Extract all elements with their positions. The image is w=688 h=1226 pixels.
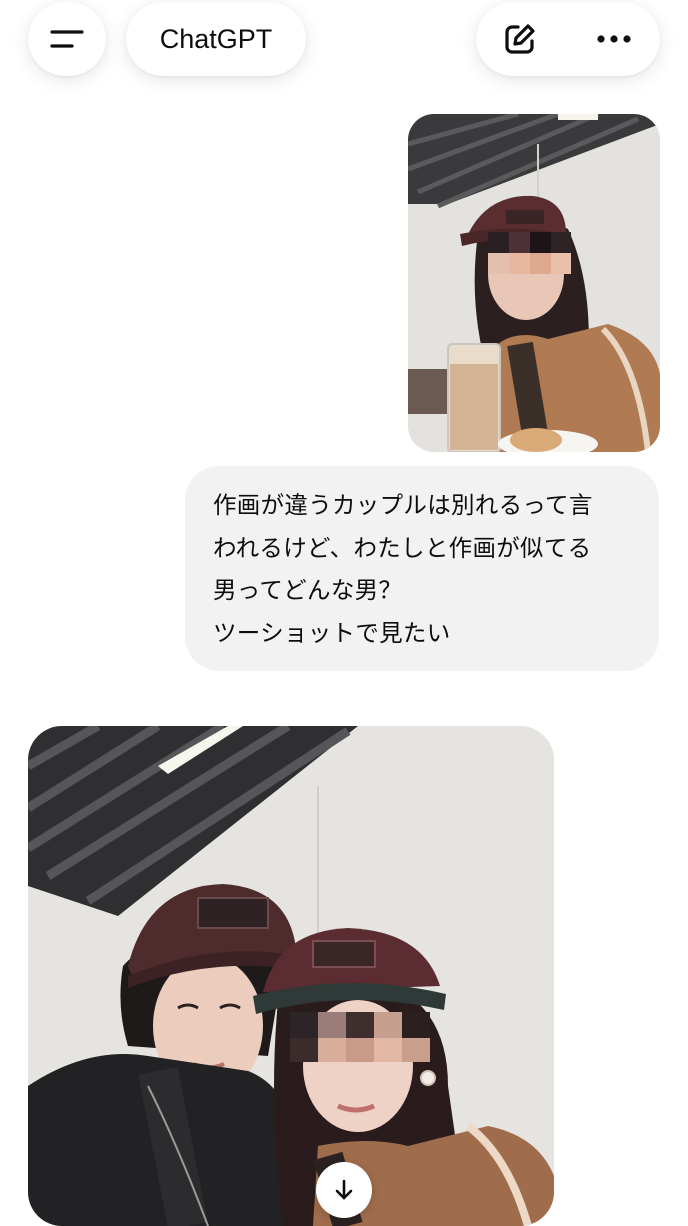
hamburger-icon [50, 30, 84, 48]
scroll-to-bottom-button[interactable] [316, 1162, 372, 1218]
message-line: われるけど、わたしと作画が似てる [213, 533, 592, 562]
couple-photo-illustration [28, 726, 554, 1226]
header-actions [476, 2, 660, 76]
arrow-down-icon [335, 1179, 353, 1200]
assistant-generated-image[interactable] [28, 726, 554, 1226]
model-selector[interactable]: ChatGPT [126, 2, 306, 76]
selfie-photo-illustration [408, 114, 660, 452]
message-line: ツーショットで見たい [213, 618, 451, 647]
sidebar-menu-button[interactable] [28, 2, 106, 76]
message-line: 男ってどんな男？ [213, 576, 403, 604]
user-message-bubble: 作画が違うカップルは別れるって言 われるけど、わたしと作画が似てる 男ってどんな… [185, 466, 659, 671]
edit-icon[interactable] [502, 21, 538, 57]
message-line: 作画が違うカップルは別れるって言 [213, 491, 593, 519]
user-uploaded-photo[interactable] [408, 114, 660, 452]
app-title: ChatGPT [159, 23, 273, 54]
top-bar: ChatGPT [0, 0, 688, 100]
ellipsis-icon[interactable] [596, 34, 632, 44]
